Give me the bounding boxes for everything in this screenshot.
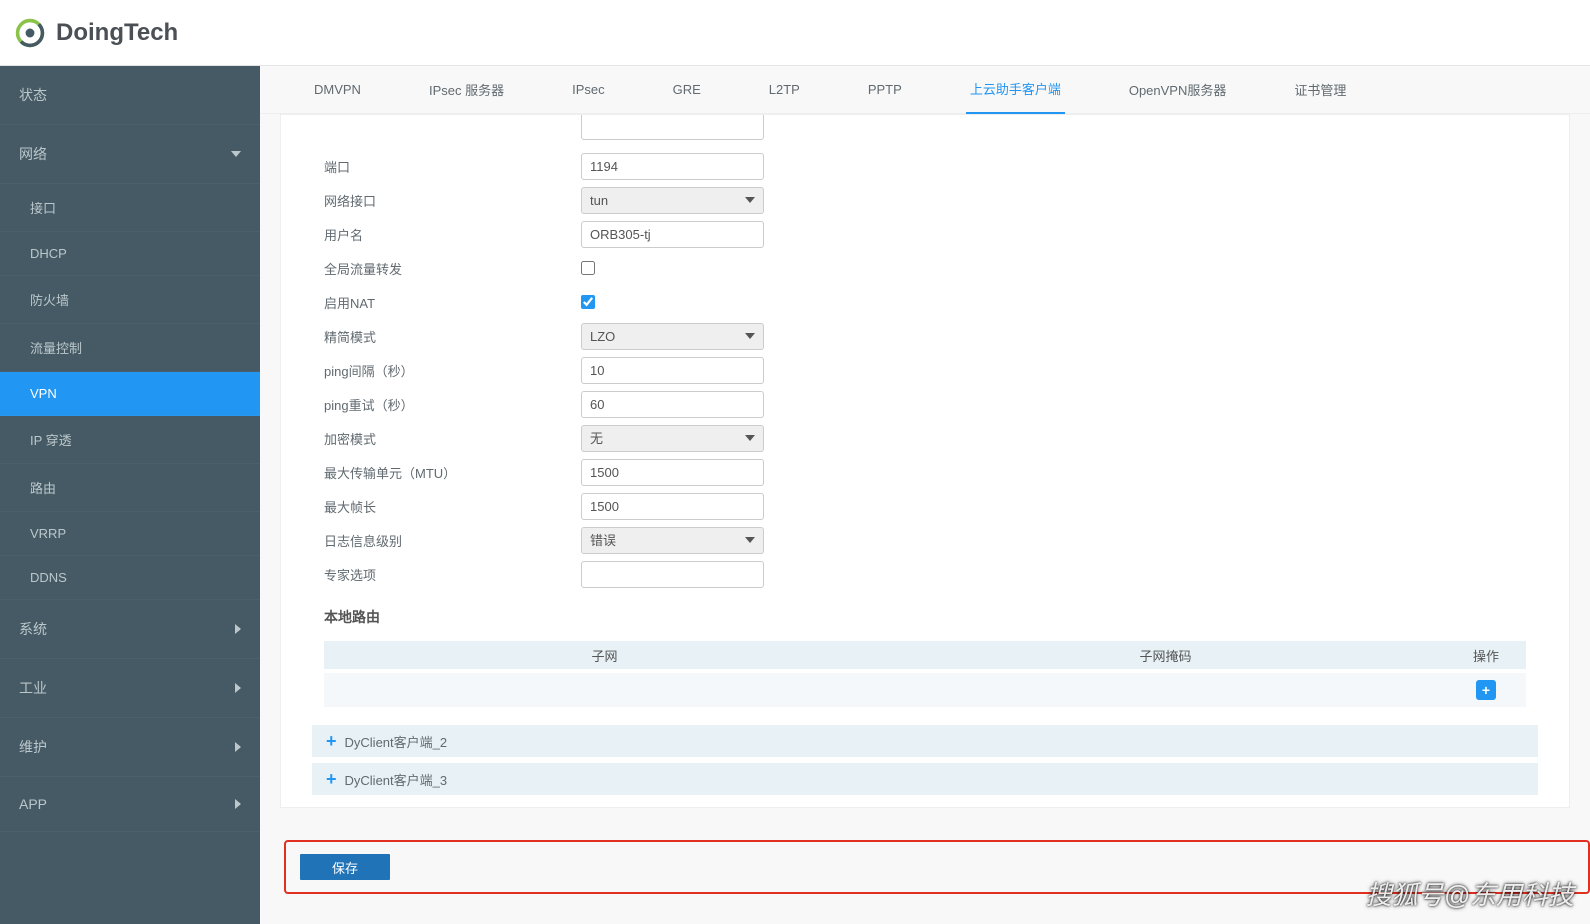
form-row-truncated (306, 115, 1544, 149)
tab-gre[interactable]: GRE (669, 68, 705, 111)
tab-ipsec[interactable]: IPsec (568, 68, 609, 111)
app-header: DoingTech (0, 0, 1590, 66)
chevron-right-icon (235, 799, 241, 809)
brand-icon (14, 17, 46, 49)
ping-interval-label: ping间隔（秒） (306, 361, 581, 380)
col-mask-header: 子网掩码 (885, 646, 1446, 665)
compress-label: 精简模式 (306, 327, 581, 346)
sidebar-item-ip-passthrough[interactable]: IP 穿透 (0, 416, 260, 464)
ping-interval-input[interactable] (581, 357, 764, 384)
vpn-tab-bar: DMVPN IPsec 服务器 IPsec GRE L2TP PPTP 上云助手… (260, 66, 1590, 114)
encrypt-label: 加密模式 (306, 429, 581, 448)
sidebar-item-network[interactable]: 网络 (0, 125, 260, 184)
chevron-right-icon (235, 683, 241, 693)
truncated-input[interactable] (581, 115, 764, 140)
global-fwd-label: 全局流量转发 (306, 259, 581, 278)
port-label: 端口 (306, 157, 581, 176)
max-frame-input[interactable] (581, 493, 764, 520)
username-input[interactable] (581, 221, 764, 248)
client-label-3: DyClient客户端_3 (345, 770, 448, 789)
port-input[interactable] (581, 153, 764, 180)
save-highlight-box: 保存 (284, 840, 1590, 894)
sidebar-item-traffic[interactable]: 流量控制 (0, 324, 260, 372)
local-route-title: 本地路由 (306, 591, 1544, 641)
sidebar-label-system: 系统 (19, 619, 47, 639)
sidebar-item-vrrp[interactable]: VRRP (0, 512, 260, 556)
sidebar-label-network: 网络 (19, 144, 47, 164)
net-if-label: 网络接口 (306, 191, 581, 210)
client-row-2[interactable]: + DyClient客户端_2 (312, 725, 1538, 757)
sidebar-item-industry[interactable]: 工业 (0, 659, 260, 718)
sidebar-item-firewall[interactable]: 防火墙 (0, 276, 260, 324)
ping-retry-label: ping重试（秒） (306, 395, 581, 414)
mtu-input[interactable] (581, 459, 764, 486)
enable-nat-checkbox[interactable] (581, 295, 595, 309)
username-label: 用户名 (306, 225, 581, 244)
expert-input[interactable] (581, 561, 764, 588)
config-panel: 端口 网络接口 tun 用户名 全局流量转发 启用NAT 精简模式 LZO (280, 114, 1570, 808)
sidebar-item-ddns[interactable]: DDNS (0, 556, 260, 600)
global-fwd-checkbox[interactable] (581, 261, 595, 275)
sidebar-item-maintenance[interactable]: 维护 (0, 718, 260, 777)
chevron-down-icon (231, 151, 241, 157)
tab-pptp[interactable]: PPTP (864, 68, 906, 111)
net-if-select[interactable]: tun (581, 187, 764, 214)
sidebar-label-app: APP (19, 796, 47, 812)
tab-cloud-client[interactable]: 上云助手客户端 (966, 65, 1065, 114)
sidebar-nav: 状态 网络 接口 DHCP 防火墙 流量控制 VPN IP 穿透 路由 VRRP… (0, 66, 260, 924)
client-label-2: DyClient客户端_2 (345, 732, 448, 751)
plus-icon: + (326, 731, 337, 752)
table-header-row: 子网 子网掩码 操作 (324, 641, 1526, 669)
tab-cert[interactable]: 证书管理 (1290, 66, 1350, 113)
save-button[interactable]: 保存 (300, 854, 390, 880)
ping-retry-input[interactable] (581, 391, 764, 418)
col-subnet-header: 子网 (324, 646, 885, 665)
sidebar-label-status: 状态 (19, 85, 47, 105)
sidebar-item-app[interactable]: APP (0, 777, 260, 832)
sidebar-item-status[interactable]: 状态 (0, 66, 260, 125)
sidebar-label-industry: 工业 (19, 678, 47, 698)
brand-name: DoingTech (56, 19, 178, 47)
mtu-label: 最大传输单元（MTU） (306, 463, 581, 482)
tab-ipsec-server[interactable]: IPsec 服务器 (425, 66, 508, 113)
chevron-right-icon (235, 624, 241, 634)
sidebar-item-system[interactable]: 系统 (0, 600, 260, 659)
local-route-table: 子网 子网掩码 操作 + (324, 641, 1526, 707)
sidebar-item-dhcp[interactable]: DHCP (0, 232, 260, 276)
brand-logo: DoingTech (14, 17, 178, 49)
sidebar-item-interface[interactable]: 接口 (0, 184, 260, 232)
tab-dmvpn[interactable]: DMVPN (310, 68, 365, 111)
tab-l2tp[interactable]: L2TP (765, 68, 804, 111)
add-route-button[interactable]: + (1476, 680, 1496, 700)
log-level-label: 日志信息级别 (306, 531, 581, 550)
enable-nat-label: 启用NAT (306, 293, 581, 312)
sidebar-item-route[interactable]: 路由 (0, 464, 260, 512)
col-op-header: 操作 (1446, 646, 1526, 665)
compress-select[interactable]: LZO (581, 323, 764, 350)
max-frame-label: 最大帧长 (306, 497, 581, 516)
sidebar-item-vpn[interactable]: VPN (0, 372, 260, 416)
table-action-row: + (324, 673, 1526, 707)
log-level-select[interactable]: 错误 (581, 527, 764, 554)
sidebar-label-maintenance: 维护 (19, 737, 47, 757)
client-row-3[interactable]: + DyClient客户端_3 (312, 763, 1538, 795)
chevron-right-icon (235, 742, 241, 752)
encrypt-select[interactable]: 无 (581, 425, 764, 452)
plus-icon: + (326, 769, 337, 790)
tab-openvpn-server[interactable]: OpenVPN服务器 (1125, 66, 1231, 113)
expert-label: 专家选项 (306, 565, 581, 584)
